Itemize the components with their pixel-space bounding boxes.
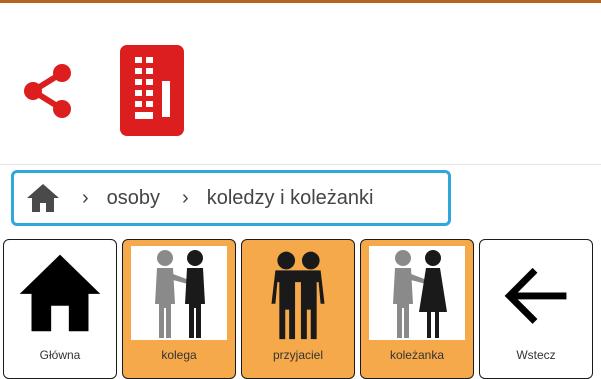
tile-home[interactable]: Główna: [3, 239, 117, 379]
tile-przyjaciel[interactable]: przyjaciel: [241, 239, 355, 379]
symbol-grid: Główna kolega przyjaciel koleżanka Wstec…: [0, 239, 601, 379]
tile-label: Główna: [39, 348, 81, 362]
breadcrumb: › osoby › koledzy i koleżanki: [11, 170, 451, 226]
female-colleague-icon: [393, 250, 447, 338]
home-icon: [19, 254, 101, 332]
breadcrumb-item-osoby[interactable]: osoby: [107, 187, 160, 210]
female-colleague-picture: [369, 246, 465, 340]
breadcrumb-item-current[interactable]: koledzy i koleżanki: [207, 187, 374, 210]
colleague-icon: [155, 250, 205, 338]
tile-label: kolega: [161, 348, 197, 362]
tile-label: Wstecz: [516, 348, 556, 362]
chevron-right-icon: ›: [82, 187, 89, 209]
tile-label: koleżanka: [389, 348, 445, 362]
tile-back[interactable]: Wstecz: [479, 239, 593, 379]
tile-kolezanka[interactable]: koleżanka: [360, 239, 474, 379]
toolbar-divider: [0, 164, 601, 165]
home-icon[interactable]: [26, 183, 60, 213]
toolbar: [0, 3, 601, 163]
share-icon[interactable]: [22, 63, 74, 119]
friends-icon: [271, 251, 325, 340]
communicator-icon[interactable]: [120, 45, 184, 136]
tile-label: przyjaciel: [272, 348, 323, 362]
colleague-picture: [131, 246, 227, 340]
tile-kolega[interactable]: kolega: [122, 239, 236, 379]
back-arrow-icon: [504, 267, 567, 324]
chevron-right-icon: ›: [182, 187, 189, 209]
